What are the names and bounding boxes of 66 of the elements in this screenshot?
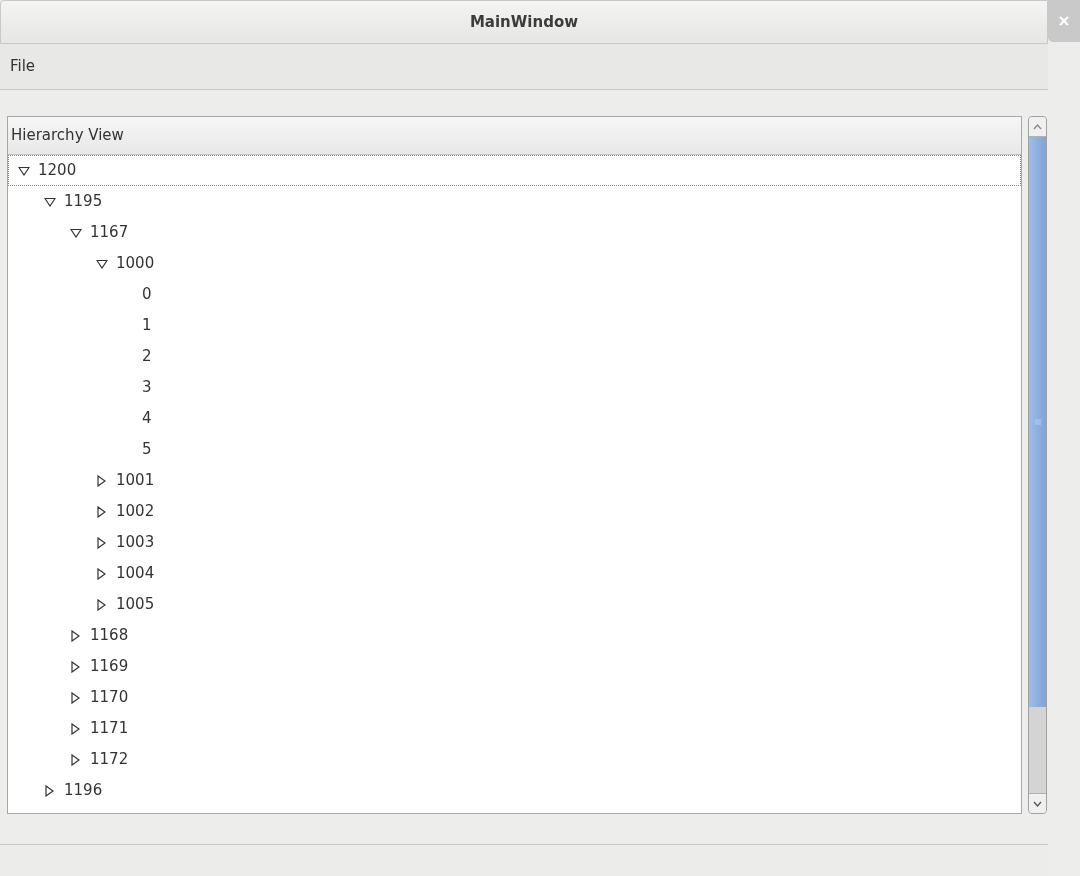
- collapsed-arrow-icon[interactable]: [96, 567, 106, 580]
- collapsed-arrow-icon[interactable]: [96, 598, 106, 611]
- tree-item-label: 1005: [116, 594, 155, 616]
- collapsed-arrow-icon[interactable]: [70, 629, 80, 642]
- tree-item-label: 1001: [116, 470, 155, 492]
- grip-icon: [1034, 419, 1041, 425]
- tree-item-label: 1196: [64, 780, 103, 802]
- tree-row[interactable]: 1168: [8, 620, 1021, 651]
- expanded-arrow-icon[interactable]: [96, 258, 108, 269]
- tree-row[interactable]: 2: [8, 341, 1021, 372]
- tree-row[interactable]: 0: [8, 279, 1021, 310]
- column-header[interactable]: Hierarchy View: [8, 117, 1021, 155]
- collapsed-arrow-icon[interactable]: [70, 722, 80, 735]
- tree-row[interactable]: 1171: [8, 713, 1021, 744]
- tree-row[interactable]: 1167: [8, 217, 1021, 248]
- expanded-arrow-icon[interactable]: [70, 227, 82, 238]
- expanded-arrow-icon[interactable]: [44, 196, 56, 207]
- tree-item-label: 1003: [116, 532, 155, 554]
- tree-row[interactable]: 1005: [8, 589, 1021, 620]
- tree-row[interactable]: 1002: [8, 496, 1021, 527]
- tree-row[interactable]: 1001: [8, 465, 1021, 496]
- tree-row[interactable]: 1195: [8, 186, 1021, 217]
- window-title: MainWindow: [469, 11, 579, 33]
- collapsed-arrow-icon[interactable]: [70, 691, 80, 704]
- tree-row[interactable]: 1196: [8, 775, 1021, 806]
- tree-item-label: 1169: [90, 656, 129, 678]
- tree-row[interactable]: 1169: [8, 651, 1021, 682]
- tree-item-label: 1167: [90, 222, 129, 244]
- menu-item[interactable]: File: [9, 55, 37, 78]
- collapsed-arrow-icon[interactable]: [70, 660, 80, 673]
- tree-row[interactable]: 1004: [8, 558, 1021, 589]
- tree-row[interactable]: 1200: [8, 155, 1021, 186]
- tree-item-label: 1171: [90, 718, 129, 740]
- tree-item-label: 3: [142, 377, 152, 399]
- expanded-arrow-icon[interactable]: [18, 165, 30, 176]
- scrollbar[interactable]: [1028, 116, 1047, 814]
- tree-item-label: 1170: [90, 687, 129, 709]
- tree-row[interactable]: 4: [8, 403, 1021, 434]
- collapsed-arrow-icon[interactable]: [96, 505, 106, 518]
- tree-row[interactable]: 1172: [8, 744, 1021, 775]
- tree-item-label: 0: [142, 284, 152, 306]
- tree-row[interactable]: 3: [8, 372, 1021, 403]
- tree-item-label: 1: [142, 315, 152, 337]
- tree-item-label: 1200: [38, 160, 77, 182]
- tree-item-label: 4: [142, 408, 152, 430]
- tree-row[interactable]: 1170: [8, 682, 1021, 713]
- collapsed-arrow-icon[interactable]: [44, 784, 54, 797]
- collapsed-arrow-icon[interactable]: [96, 536, 106, 549]
- close-icon: [1059, 16, 1069, 26]
- scroll-down-icon[interactable]: [1033, 800, 1042, 807]
- tree-row[interactable]: 1: [8, 310, 1021, 341]
- tree-row[interactable]: 1003: [8, 527, 1021, 558]
- scrollbar-thumb[interactable]: [1029, 137, 1046, 707]
- tree-item-label: 2: [142, 346, 152, 368]
- scroll-up-icon[interactable]: [1033, 123, 1042, 130]
- tree-item-label: 1000: [116, 253, 155, 275]
- tree-item-label: 1002: [116, 501, 155, 523]
- tree-item-label: 1168: [90, 625, 129, 647]
- tree-item-label: 5: [142, 439, 152, 461]
- tree-item-label: 1004: [116, 563, 155, 585]
- tree-item-label: 1195: [64, 191, 103, 213]
- tree-row[interactable]: 1000: [8, 248, 1021, 279]
- collapsed-arrow-icon[interactable]: [96, 474, 106, 487]
- tree-item-label: 1172: [90, 749, 129, 771]
- collapsed-arrow-icon[interactable]: [70, 753, 80, 766]
- tree-row[interactable]: 5: [8, 434, 1021, 465]
